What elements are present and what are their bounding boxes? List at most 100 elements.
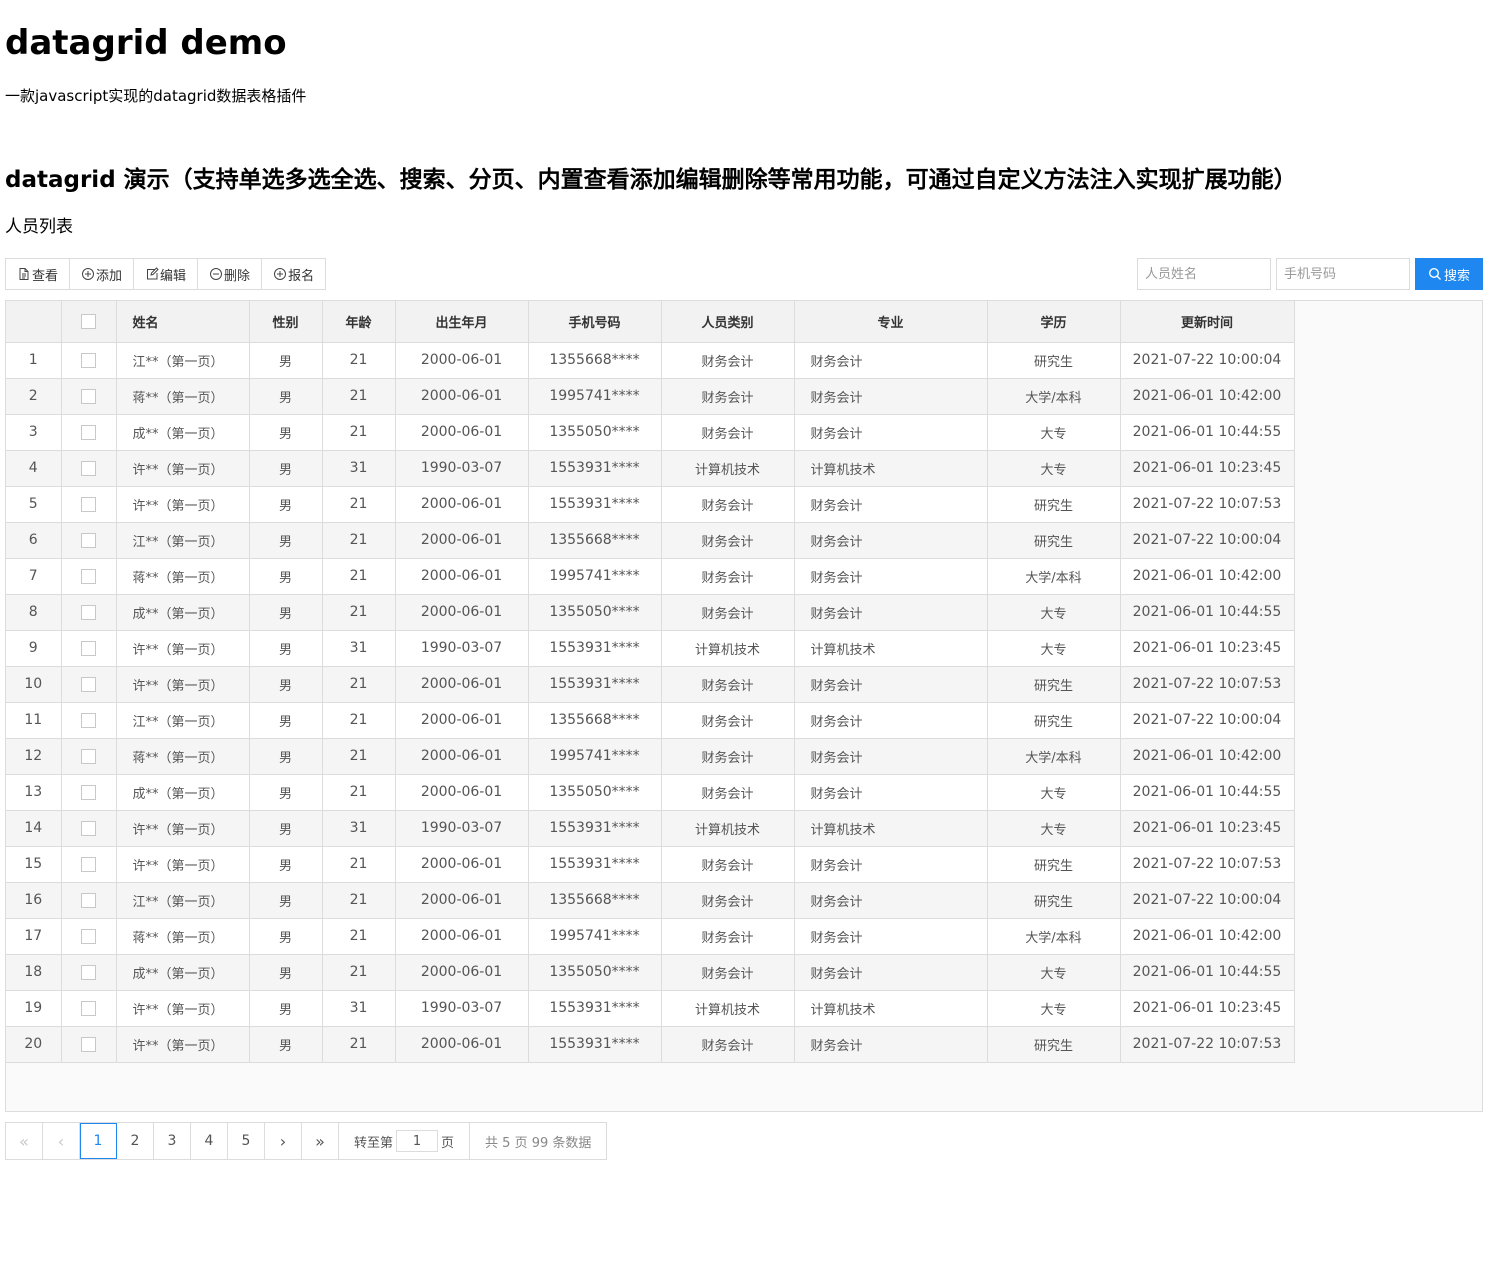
page-1-button[interactable]: 1 bbox=[80, 1123, 117, 1159]
row-checkbox[interactable] bbox=[81, 712, 96, 728]
page-title: datagrid demo bbox=[5, 23, 287, 63]
header-birth[interactable]: 出生年月 bbox=[394, 301, 529, 343]
header-education[interactable]: 学历 bbox=[986, 301, 1121, 343]
row-birth: 2000-06-01 bbox=[394, 341, 529, 379]
table-row[interactable]: 7 蒋**（第一页）男 21 2000-06-01 1995741**** 财务会计 财务会… bbox=[6, 557, 1295, 595]
search-button[interactable]: 搜索 bbox=[1415, 258, 1483, 290]
delete-button[interactable]: 删除 bbox=[198, 259, 263, 289]
table-row[interactable]: 12 蒋**（第一页）男 21 2000-06-01 1995741**** 财务会计 财务… bbox=[6, 737, 1295, 775]
page-5-button[interactable]: 5 bbox=[228, 1123, 265, 1159]
edit-button[interactable]: 编辑 bbox=[134, 259, 199, 289]
table-row[interactable]: 10 许**（第一页）男 21 2000-06-01 1553931**** 财务会计 财务… bbox=[6, 665, 1295, 703]
row-checkbox[interactable] bbox=[81, 820, 96, 836]
row-checkbox[interactable] bbox=[81, 640, 96, 656]
row-checkbox[interactable] bbox=[81, 1036, 96, 1052]
next-page-button[interactable]: › bbox=[265, 1123, 302, 1159]
header-updated[interactable]: 更新时间 bbox=[1119, 301, 1295, 343]
row-select bbox=[60, 773, 117, 811]
row-checkbox[interactable] bbox=[81, 964, 96, 980]
header-name[interactable]: 姓名 bbox=[115, 301, 250, 343]
table-row[interactable]: 5 许**（第一页）男 21 2000-06-01 1553931**** 财务会计 财务会… bbox=[6, 485, 1295, 523]
name-search-input[interactable] bbox=[1137, 258, 1271, 290]
row-category: 计算机技术 bbox=[660, 629, 795, 667]
select-all-checkbox[interactable] bbox=[81, 313, 96, 329]
row-checkbox[interactable] bbox=[81, 496, 96, 512]
row-select bbox=[60, 737, 117, 775]
table-row[interactable]: 6 江**（第一页）男 21 2000-06-01 1355668**** 财务会计 财务会… bbox=[6, 521, 1295, 559]
row-checkbox[interactable] bbox=[81, 892, 96, 908]
table-row[interactable]: 2 蒋**（第一页）男 21 2000-06-01 1995741**** 财务会计 财务会… bbox=[6, 377, 1295, 415]
header-age[interactable]: 年龄 bbox=[321, 301, 396, 343]
row-checkbox[interactable] bbox=[81, 676, 96, 692]
table-row[interactable]: 20 许**（第一页）男 21 2000-06-01 1553931**** 财务会计 财务… bbox=[6, 1025, 1295, 1063]
table-row[interactable]: 19 许**（第一页）男 31 1990-03-07 1553931**** 计算机技术计… bbox=[6, 989, 1295, 1027]
signup-button[interactable]: 报名 bbox=[262, 259, 325, 289]
row-birth: 2000-06-01 bbox=[394, 413, 529, 451]
row-checkbox[interactable] bbox=[81, 856, 96, 872]
row-education: 研究生 bbox=[986, 485, 1121, 523]
row-checkbox[interactable] bbox=[81, 928, 96, 944]
last-page-button[interactable]: » bbox=[302, 1123, 339, 1159]
row-phone: 1995741**** bbox=[527, 917, 662, 955]
table-row[interactable]: 9 许**（第一页）男 31 1990-03-07 1553931**** 计算机技术 计算… bbox=[6, 629, 1295, 667]
row-gender: 男 bbox=[248, 485, 323, 523]
view-button[interactable]: 查看 bbox=[6, 259, 71, 289]
row-phone: 1355668**** bbox=[527, 341, 662, 379]
page-jump-input[interactable] bbox=[396, 1130, 439, 1152]
section-title: datagrid 演示（支持单选多选全选、搜索、分页、内置查看添加编辑删除等常用… bbox=[5, 167, 1297, 193]
row-name: 江**（第一页） bbox=[115, 881, 250, 919]
header-phone[interactable]: 手机号码 bbox=[527, 301, 662, 343]
row-name: 成**（第一页） bbox=[115, 773, 250, 811]
phone-search-input[interactable] bbox=[1276, 258, 1410, 290]
plus-circle-icon bbox=[273, 267, 287, 281]
header-category[interactable]: 人员类别 bbox=[660, 301, 795, 343]
page-4-button[interactable]: 4 bbox=[191, 1123, 228, 1159]
row-education: 研究生 bbox=[986, 845, 1121, 883]
row-major: 财务会计 bbox=[793, 377, 988, 415]
page-2-button[interactable]: 2 bbox=[117, 1123, 154, 1159]
page-description: 一款javascript实现的datagrid数据表格插件 bbox=[5, 87, 307, 105]
table-row[interactable]: 11 江**（第一页）男 21 2000-06-01 1355668**** 财务会计 财务… bbox=[6, 701, 1295, 739]
row-select bbox=[60, 341, 117, 379]
row-select bbox=[60, 1025, 117, 1063]
add-button[interactable]: 添加 bbox=[70, 259, 135, 289]
table-row[interactable]: 17 蒋**（第一页）男 21 2000-06-01 1995741**** 财务会计 财务… bbox=[6, 917, 1295, 955]
row-checkbox[interactable] bbox=[81, 424, 96, 440]
row-checkbox[interactable] bbox=[81, 460, 96, 476]
table-row[interactable]: 8 成**（第一页）男 21 2000-06-01 1355050**** 财务会计 财务会… bbox=[6, 593, 1295, 631]
row-birth: 2000-06-01 bbox=[394, 737, 529, 775]
row-education: 研究生 bbox=[986, 1025, 1121, 1063]
row-major: 财务会计 bbox=[793, 665, 988, 703]
row-name: 许**（第一页） bbox=[115, 845, 250, 883]
page-3-button[interactable]: 3 bbox=[154, 1123, 191, 1159]
table-row[interactable]: 15 许**（第一页）男 21 2000-06-01 1553931**** 财务会计 财务… bbox=[6, 845, 1295, 883]
table-row[interactable]: 4 许**（第一页）男 31 1990-03-07 1553931**** 计算机技术 计算… bbox=[6, 449, 1295, 487]
table-row[interactable]: 13 成**（第一页）男 21 2000-06-01 1355050**** 财务会计 财务… bbox=[6, 773, 1295, 811]
search-icon bbox=[1428, 267, 1441, 280]
row-category: 财务会计 bbox=[660, 701, 795, 739]
document-icon bbox=[17, 267, 31, 281]
row-checkbox[interactable] bbox=[81, 352, 96, 368]
table-row[interactable]: 1 江**（第一页）男 21 2000-06-01 1355668**** 财务会计 财务会… bbox=[6, 341, 1295, 379]
pagination: « ‹ 1 2 3 4 5 › » 转至第 页 共 5 页 99 条数据 bbox=[5, 1122, 608, 1160]
row-checkbox[interactable] bbox=[81, 1000, 96, 1016]
row-checkbox[interactable] bbox=[81, 532, 96, 548]
table-row[interactable]: 16 江**（第一页）男 21 2000-06-01 1355668**** 财务会计 财务… bbox=[6, 881, 1295, 919]
row-name: 许**（第一页） bbox=[115, 809, 250, 847]
row-education: 大专 bbox=[986, 593, 1121, 631]
row-checkbox[interactable] bbox=[81, 748, 96, 764]
row-birth: 2000-06-01 bbox=[394, 881, 529, 919]
first-page-button[interactable]: « bbox=[6, 1123, 43, 1159]
row-checkbox[interactable] bbox=[81, 568, 96, 584]
header-major[interactable]: 专业 bbox=[793, 301, 988, 343]
header-gender[interactable]: 性别 bbox=[248, 301, 323, 343]
prev-page-button[interactable]: ‹ bbox=[43, 1123, 80, 1159]
row-checkbox[interactable] bbox=[81, 604, 96, 620]
table-row[interactable]: 3 成**（第一页）男 21 2000-06-01 1355050**** 财务会计 财务会… bbox=[6, 413, 1295, 451]
table-row[interactable]: 14 许**（第一页）男 31 1990-03-07 1553931**** 计算机技术计… bbox=[6, 809, 1295, 847]
row-gender: 男 bbox=[248, 809, 323, 847]
row-checkbox[interactable] bbox=[81, 784, 96, 800]
row-major: 计算机技术 bbox=[793, 809, 988, 847]
row-checkbox[interactable] bbox=[81, 388, 96, 404]
table-row[interactable]: 18 成**（第一页）男 21 2000-06-01 1355050**** 财务会计 财务… bbox=[6, 953, 1295, 991]
